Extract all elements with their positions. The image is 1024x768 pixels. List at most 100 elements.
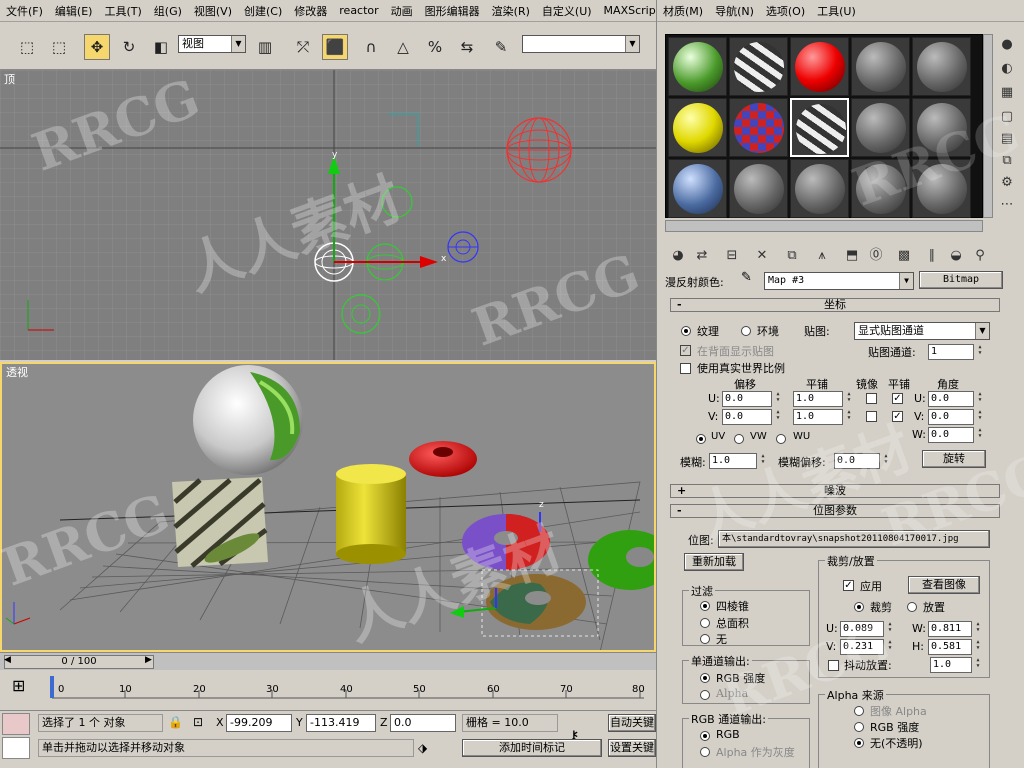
- select-region-icon[interactable]: ⬚: [14, 34, 40, 60]
- x-coord-field[interactable]: -99.209: [226, 714, 292, 732]
- get-material-icon[interactable]: ◕: [667, 246, 689, 266]
- angle-v-spinner[interactable]: 0.0: [928, 409, 984, 425]
- reload-button[interactable]: 重新加载: [684, 553, 744, 571]
- viewport-persp-label[interactable]: 透视: [6, 364, 28, 380]
- mirror-icon[interactable]: ⇆: [454, 34, 480, 60]
- sample-slot-12[interactable]: [729, 159, 788, 218]
- rgb-alpha-radio[interactable]: [700, 747, 710, 757]
- blur-offset-spinner[interactable]: 0.0: [834, 453, 890, 469]
- sample-slot-4[interactable]: [851, 37, 910, 96]
- real-world-checkbox[interactable]: [680, 363, 691, 374]
- bitmap-path-button[interactable]: 本\standardtovray\snapshot20110804170017.…: [718, 530, 990, 548]
- options-icon[interactable]: ⚙: [995, 172, 1019, 194]
- rotate-button[interactable]: 旋转: [922, 450, 986, 468]
- menu-rendering[interactable]: 渲染(R): [486, 3, 536, 19]
- noise-rollout[interactable]: + 噪波: [670, 484, 1000, 498]
- menu-reactor[interactable]: reactor: [333, 4, 384, 17]
- map-type-button[interactable]: Bitmap: [919, 271, 1003, 289]
- named-selection-select[interactable]: ▼: [522, 35, 640, 53]
- spinner-snap-icon[interactable]: △: [390, 34, 416, 60]
- sample-slot-9[interactable]: [851, 98, 910, 157]
- mirror-u-checkbox[interactable]: [866, 393, 877, 404]
- sample-type-icon[interactable]: ●: [995, 34, 1019, 56]
- show-end-result-icon[interactable]: ∥: [921, 246, 943, 266]
- alpha-none-radio[interactable]: [854, 738, 864, 748]
- apply-checkbox[interactable]: ✓: [843, 580, 854, 591]
- viewport-top-label[interactable]: 顶: [4, 71, 15, 87]
- time-slider[interactable]: 0 / 100 ◀ ▶: [0, 652, 656, 670]
- frame-counter[interactable]: 0 / 100: [4, 655, 154, 669]
- copy-material-icon[interactable]: ⧉: [781, 246, 803, 266]
- show-map-icon[interactable]: ▩: [893, 246, 915, 266]
- tile-v-checkbox[interactable]: ✓: [892, 411, 903, 422]
- map-channel-spinner[interactable]: 1: [928, 344, 984, 360]
- put-to-scene-icon[interactable]: ⇄: [691, 246, 713, 266]
- slots-vscrollbar[interactable]: [983, 34, 993, 218]
- viewport-perspective[interactable]: 透视 z: [0, 362, 656, 652]
- map-name-select[interactable]: Map #3 ▼: [764, 272, 914, 290]
- chevron-right-icon[interactable]: ▶: [145, 655, 152, 665]
- mapping-select[interactable]: 显式贴图通道 ▼: [854, 322, 990, 340]
- filter-none-radio[interactable]: [700, 634, 710, 644]
- set-key-button[interactable]: 设置关键: [608, 739, 656, 757]
- menu-create[interactable]: 创建(C): [238, 3, 288, 19]
- chevron-left-icon[interactable]: ◀: [4, 655, 11, 665]
- add-time-tag-button[interactable]: 添加时间标记: [462, 739, 602, 757]
- menu-animation[interactable]: 动画: [385, 3, 419, 19]
- sample-slot-15[interactable]: [912, 159, 971, 218]
- tile-u-checkbox[interactable]: ✓: [892, 393, 903, 404]
- link-icon[interactable]: ⤱: [290, 34, 316, 60]
- angle-snap-icon[interactable]: ∩: [358, 34, 384, 60]
- eyedropper-icon[interactable]: ✎: [741, 270, 752, 285]
- sample-slot-11[interactable]: [668, 159, 727, 218]
- vw-radio[interactable]: [734, 434, 744, 444]
- move-icon[interactable]: ✥: [84, 34, 110, 60]
- pivot-icon[interactable]: ▥: [252, 34, 278, 60]
- crop-v-spinner[interactable]: 0.231: [840, 639, 894, 655]
- mono-rgb-radio[interactable]: [700, 673, 710, 683]
- alpha-rgb-radio[interactable]: [854, 722, 864, 732]
- tiling-u-spinner[interactable]: 1.0: [793, 391, 853, 407]
- lock-icon[interactable]: 🔒: [168, 715, 183, 729]
- uv-radio[interactable]: [696, 434, 706, 444]
- assign-material-icon[interactable]: ⊟: [721, 246, 743, 266]
- y-coord-field[interactable]: -113.419: [306, 714, 376, 732]
- sample-slot-2[interactable]: [729, 37, 788, 96]
- coordinates-rollout[interactable]: - 坐标: [670, 298, 1000, 312]
- maxscript-mini[interactable]: [2, 737, 30, 759]
- slots-scrollbar[interactable]: [665, 220, 983, 232]
- go-sibling-icon[interactable]: ⚲: [969, 246, 991, 266]
- make-preview-icon[interactable]: ⧉: [995, 150, 1019, 172]
- angle-u-spinner[interactable]: 0.0: [928, 391, 984, 407]
- alpha-image-radio[interactable]: [854, 706, 864, 716]
- offset-v-spinner[interactable]: 0.0: [722, 409, 782, 425]
- scale-icon[interactable]: ◧: [148, 34, 174, 60]
- absolute-mode-icon[interactable]: ⊡: [193, 715, 203, 729]
- rgb-rgb-radio[interactable]: [700, 731, 710, 741]
- menu-graph-editors[interactable]: 图形编辑器: [419, 3, 486, 19]
- show-map-on-back-checkbox[interactable]: ✓: [680, 345, 691, 356]
- auto-key-button[interactable]: 自动关键: [608, 714, 656, 732]
- sample-slot-13[interactable]: [790, 159, 849, 218]
- crop-w-spinner[interactable]: 0.811: [928, 621, 982, 637]
- sample-slot-8-selected[interactable]: [790, 98, 849, 157]
- video-color-icon[interactable]: ▤: [995, 128, 1019, 150]
- menu-edit[interactable]: 编辑(E): [49, 3, 99, 19]
- texture-radio[interactable]: [681, 326, 691, 336]
- reference-coord-select[interactable]: 视图 ▼: [178, 35, 246, 53]
- unique-icon[interactable]: ⩚: [811, 246, 833, 266]
- filter-sat-radio[interactable]: [700, 618, 710, 628]
- track-bar[interactable]: ⊞ 0 10 20 30 40 50 60 70 80: [0, 670, 656, 710]
- named-selection-icon[interactable]: ✎: [488, 34, 514, 60]
- select-by-material-icon[interactable]: ⋯: [995, 194, 1019, 216]
- offset-u-spinner[interactable]: 0.0: [722, 391, 782, 407]
- place-radio[interactable]: [907, 602, 917, 612]
- rotate-icon[interactable]: ↻: [116, 34, 142, 60]
- tiling-v-spinner[interactable]: 1.0: [793, 409, 853, 425]
- maxscript-listener[interactable]: [2, 713, 30, 735]
- bitmap-params-rollout[interactable]: - 位图参数: [670, 504, 1000, 518]
- environ-radio[interactable]: [741, 326, 751, 336]
- menu-file[interactable]: 文件(F): [0, 3, 49, 19]
- percent-snap-icon[interactable]: %: [422, 34, 448, 60]
- blur-spinner[interactable]: 1.0: [709, 453, 767, 469]
